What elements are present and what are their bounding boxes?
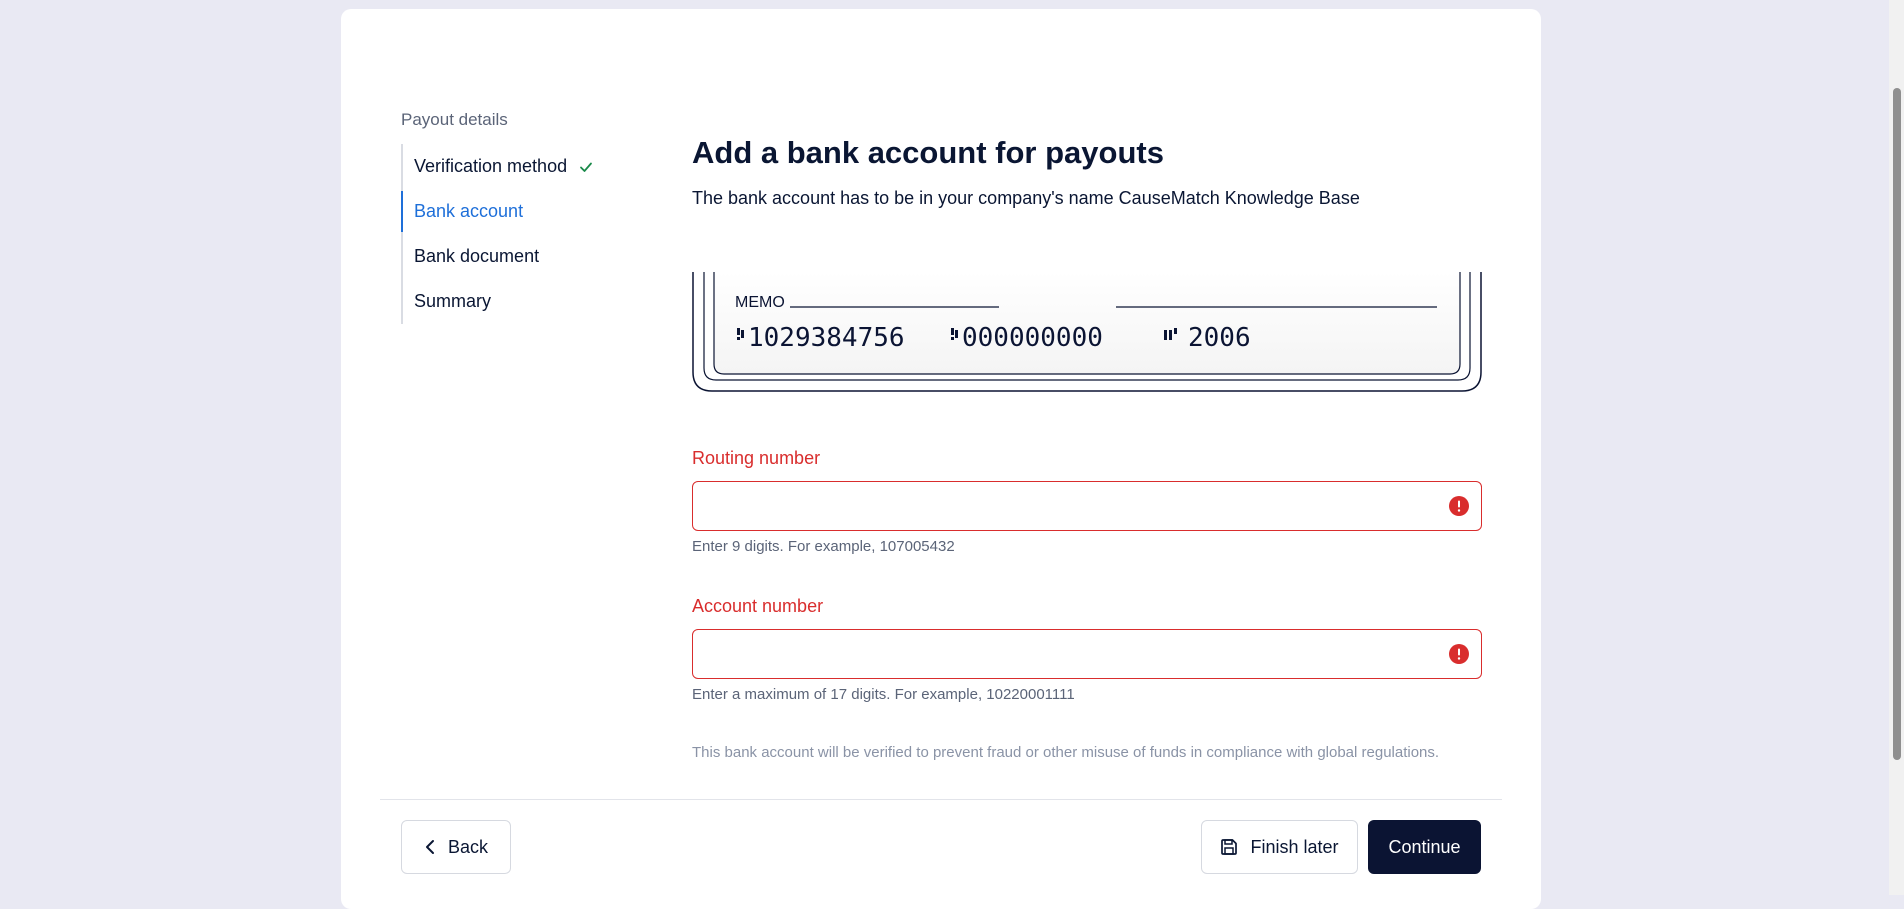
step-label: Bank document [414, 246, 540, 266]
cheque-check-number: 2006 [1188, 323, 1251, 353]
chevron-left-icon [425, 840, 434, 854]
cheque-memo-label: MEMO [735, 294, 785, 311]
routing-number-label: Routing number [692, 448, 821, 468]
step-label: Verification method [414, 156, 568, 176]
finish-later-button[interactable]: Finish later [1201, 820, 1358, 874]
step-label: Bank account [414, 201, 524, 221]
error-icon [1449, 496, 1469, 516]
finish-later-label: Finish later [1250, 836, 1339, 857]
step-bank-document[interactable]: Bank document [403, 234, 603, 279]
back-button-label: Back [447, 836, 489, 857]
page-scrollbar[interactable] [1889, 0, 1904, 895]
step-bank-account[interactable]: Bank account [401, 189, 603, 234]
page-subtitle: The bank account has to be in your compa… [692, 188, 1360, 208]
routing-number-field[interactable] [692, 481, 1482, 531]
routing-number-input[interactable] [707, 482, 1411, 530]
step-label: Summary [414, 291, 492, 311]
account-number-field[interactable] [692, 629, 1482, 679]
error-icon [1449, 644, 1469, 664]
footer-divider [380, 799, 1502, 800]
step-verification-method[interactable]: Verification method [403, 144, 603, 189]
page-title: Add a bank account for payouts [692, 135, 1164, 170]
save-icon [1221, 839, 1238, 855]
account-number-hint: Enter a maximum of 17 digits. For exampl… [692, 686, 1075, 703]
continue-label: Continue [1388, 836, 1461, 857]
step-summary[interactable]: Summary [403, 279, 603, 324]
routing-number-hint: Enter 9 digits. For example, 107005432 [692, 538, 955, 555]
verification-notice: This bank account will be verified to pr… [692, 744, 1440, 761]
cheque-routing-number: 000000000 [962, 323, 1103, 353]
account-number-input[interactable] [707, 630, 1411, 678]
scrollbar-thumb[interactable] [1893, 88, 1901, 760]
step-navigation: Verification method Bank account Bank do… [401, 144, 603, 324]
back-button[interactable]: Back [401, 820, 511, 874]
account-number-label: Account number [692, 596, 824, 616]
cheque-account-number: 1029384756 [748, 323, 905, 353]
checkmark-icon [580, 162, 592, 172]
cheque-illustration: MEMO 1029384756 000000000 2006 [692, 272, 1482, 392]
sidebar-title: Payout details [401, 110, 508, 129]
continue-button[interactable]: Continue [1368, 820, 1481, 874]
